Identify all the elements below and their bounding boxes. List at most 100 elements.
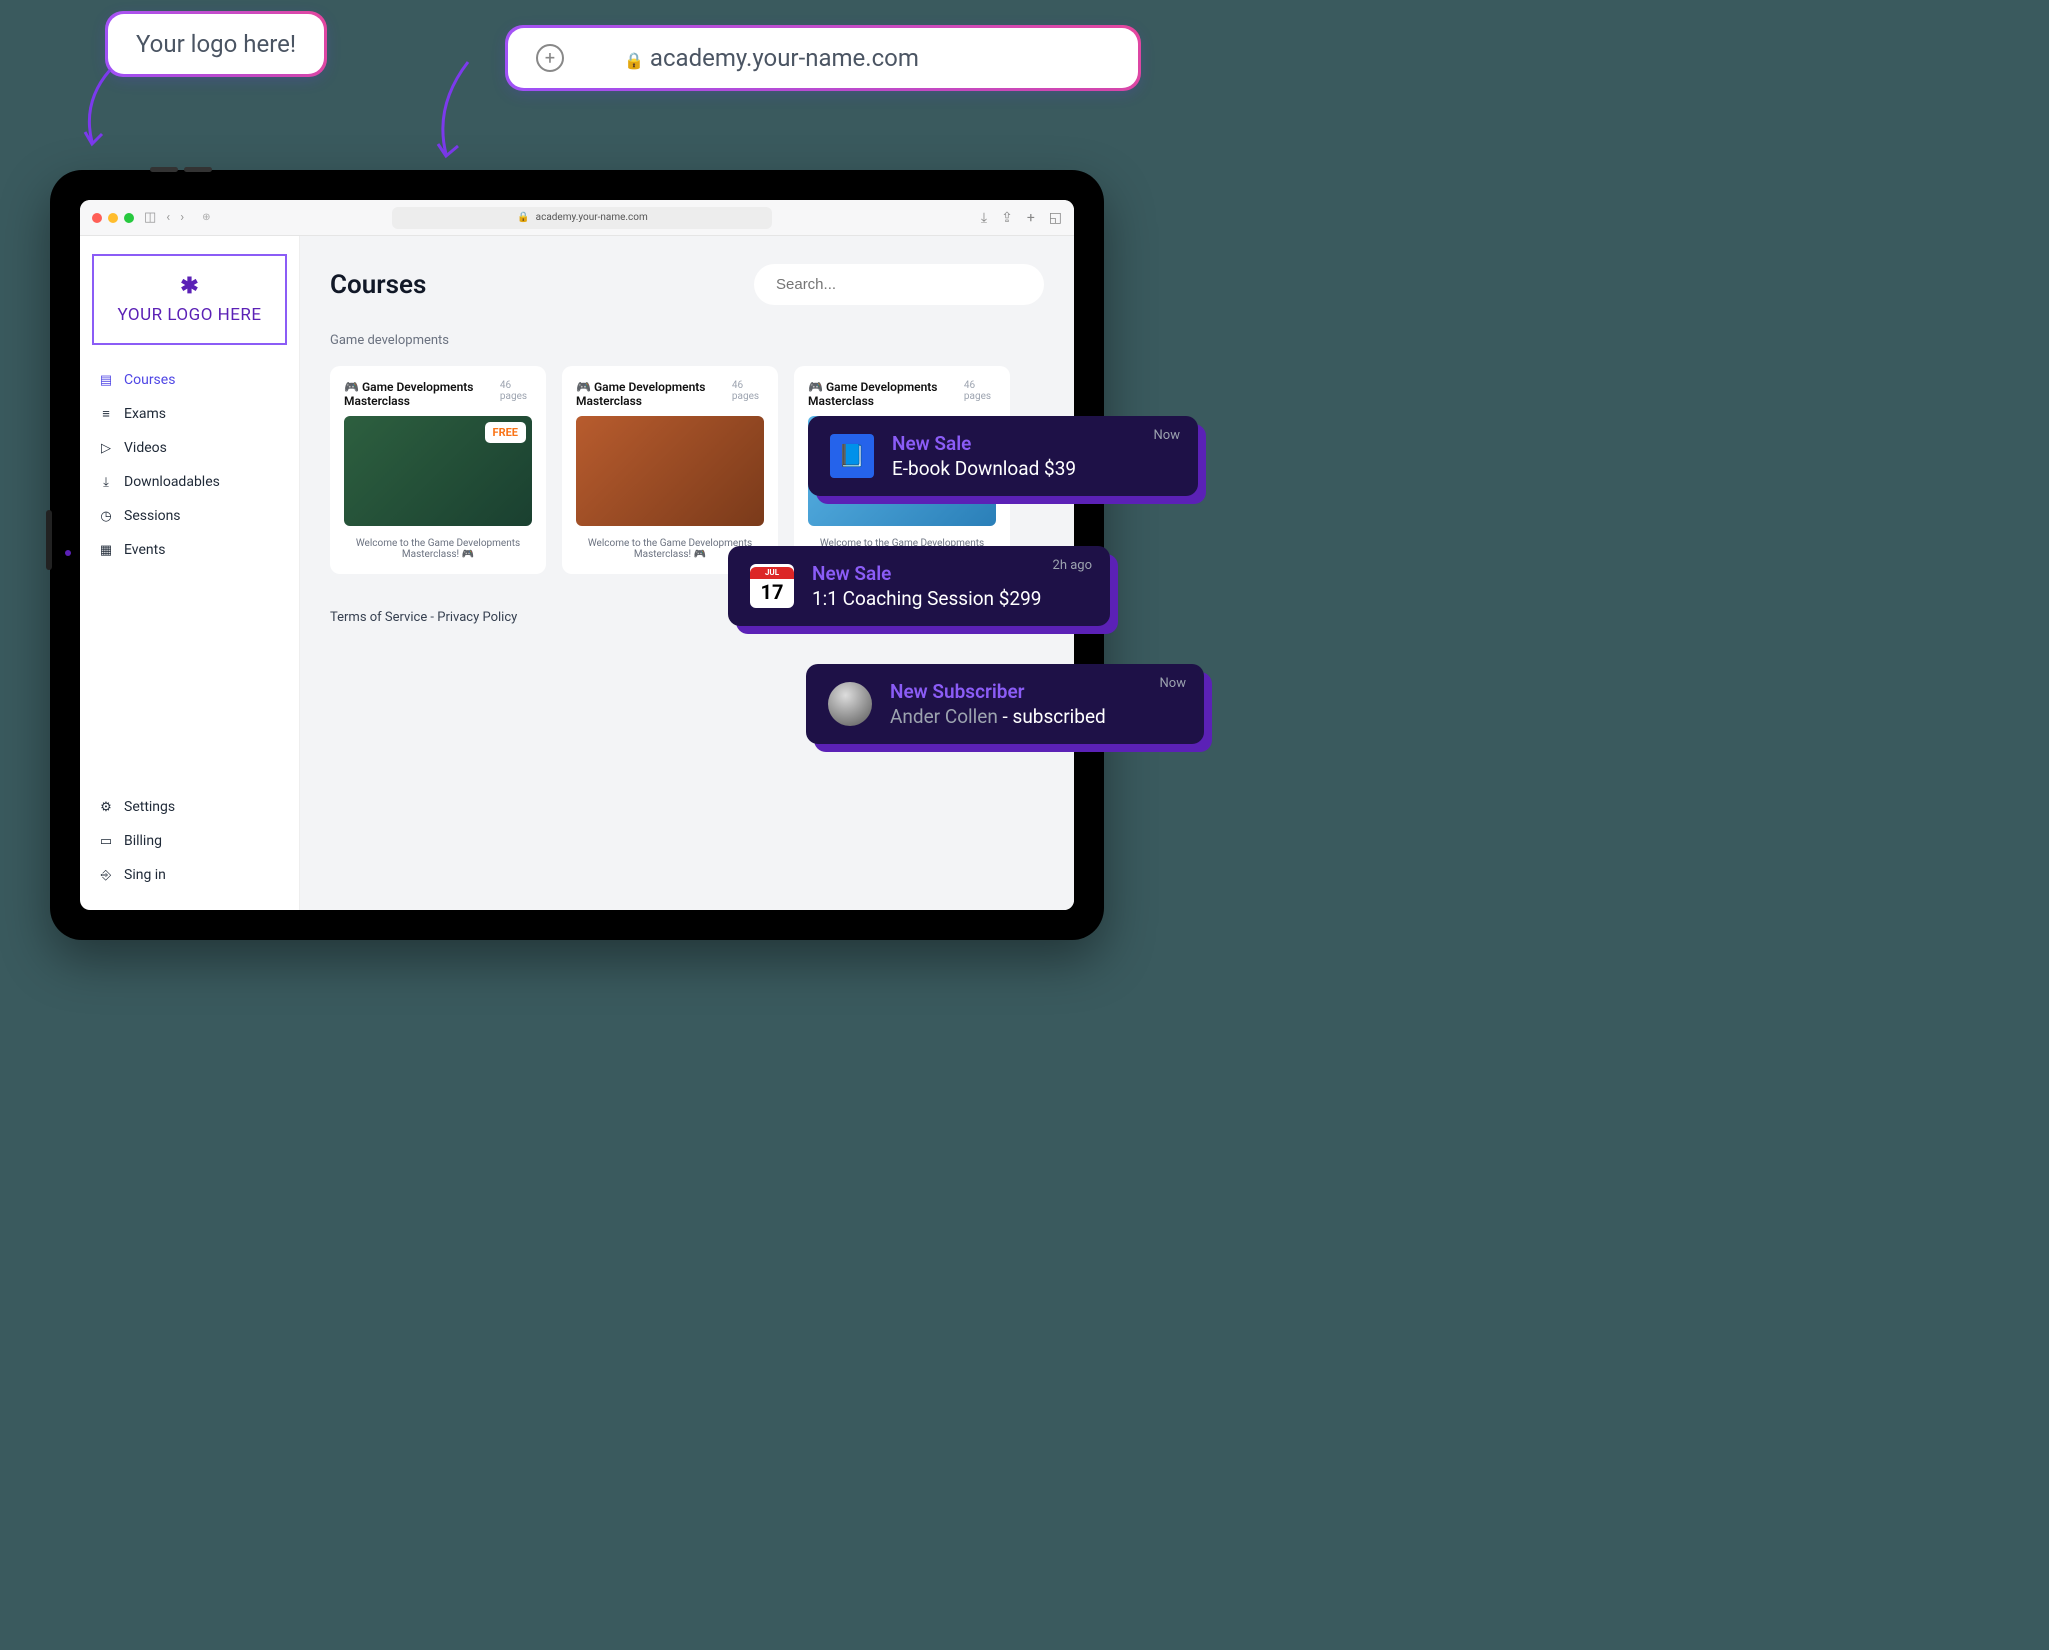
course-thumbnail <box>576 416 764 526</box>
sidebar-item-signin[interactable]: ⎆ Sing in <box>92 858 287 892</box>
plus-circle-icon: + <box>536 44 564 72</box>
game-icon: 🎮 <box>576 380 591 394</box>
close-window-icon[interactable] <box>92 213 102 223</box>
card-pages: 46 pages <box>964 380 996 402</box>
card-pages: 46 pages <box>500 380 532 402</box>
notification-title: New Sale <box>812 562 1088 585</box>
lock-icon: 🔒 <box>624 51 644 70</box>
logo-star-icon: ✱ <box>104 274 275 299</box>
videos-icon: ▷ <box>98 441 114 456</box>
sidebar-item-exams[interactable]: ≡ Exams <box>92 397 287 431</box>
avatar-icon <box>828 682 872 726</box>
new-tab-icon[interactable]: ⊕ <box>202 212 210 223</box>
logo-placeholder: ✱ YOUR LOGO HERE <box>92 254 287 345</box>
arrow-icon <box>420 56 480 170</box>
notification-time: 2h ago <box>1053 558 1092 573</box>
courses-icon: ▤ <box>98 373 114 388</box>
sidebar-item-label: Billing <box>124 833 162 849</box>
lock-icon: 🔒 <box>517 212 529 223</box>
url-bar[interactable]: ⊕ 🔒 academy.your-name.com <box>392 207 772 229</box>
notification-text: 1:1 Coaching Session $299 <box>812 587 1088 610</box>
book-icon: 📘 <box>830 434 874 478</box>
section-label: Game developments <box>330 333 1044 348</box>
download-icon: ⤓ <box>98 475 114 490</box>
sidebar-item-downloadables[interactable]: ⤓ Downloadables <box>92 465 287 499</box>
calendar-month: JUL <box>750 567 794 579</box>
card-title-text: Game Developments Masterclass <box>808 380 937 408</box>
notification-time: Now <box>1154 428 1180 443</box>
sidebar-toggle-icon[interactable]: ◫ <box>144 210 156 225</box>
sidebar-bottom-nav: ⚙ Settings ▭ Billing ⎆ Sing in <box>92 790 287 892</box>
sidebar-item-sessions[interactable]: ◷ Sessions <box>92 499 287 533</box>
tablet-button-icon <box>184 167 212 172</box>
card-title: 🎮Game Developments Masterclass <box>808 380 964 408</box>
signin-icon: ⎆ <box>98 868 114 883</box>
gear-icon: ⚙ <box>98 800 114 815</box>
game-icon: 🎮 <box>808 380 823 394</box>
notification-title: New Subscriber <box>890 680 1182 703</box>
share-icon[interactable]: ⇪ <box>1001 210 1013 226</box>
tablet-button-icon <box>150 167 178 172</box>
notification-text: Ander Collen - subscribed <box>890 705 1182 728</box>
forward-icon[interactable]: › <box>180 210 184 225</box>
sidebar-item-billing[interactable]: ▭ Billing <box>92 824 287 858</box>
tablet-side-button-icon <box>46 510 52 570</box>
download-icon[interactable]: ⤓ <box>981 210 987 226</box>
search-input[interactable] <box>754 264 1044 305</box>
game-icon: 🎮 <box>344 380 359 394</box>
maximize-window-icon[interactable] <box>124 213 134 223</box>
card-title-text: Game Developments Masterclass <box>344 380 473 408</box>
chrome-right-controls: ⤓ ⇪ + ◱ <box>981 210 1062 226</box>
sidebar: ✱ YOUR LOGO HERE ▤ Courses ≡ Exams ▷ Vid… <box>80 236 300 910</box>
sessions-icon: ◷ <box>98 509 114 524</box>
sidebar-item-label: Courses <box>124 372 175 388</box>
traffic-lights <box>92 213 134 223</box>
card-title: 🎮Game Developments Masterclass <box>576 380 732 408</box>
logo-text: YOUR LOGO HERE <box>104 305 275 325</box>
annotation-url-value: academy.your-name.com <box>650 44 919 72</box>
sidebar-item-videos[interactable]: ▷ Videos <box>92 431 287 465</box>
card-title-text: Game Developments Masterclass <box>576 380 705 408</box>
sidebar-item-courses[interactable]: ▤ Courses <box>92 363 287 397</box>
events-icon: ▦ <box>98 543 114 558</box>
calendar-day: 17 <box>761 579 784 605</box>
notification-time: Now <box>1160 676 1186 691</box>
subscriber-action: - subscribed <box>998 705 1106 728</box>
course-card[interactable]: 🎮Game Developments Masterclass 46 pages … <box>562 366 778 574</box>
notification-title: New Sale <box>892 432 1176 455</box>
course-card[interactable]: 🎮Game Developments Masterclass 46 pages … <box>330 366 546 574</box>
annotation-logo-hint: Your logo here! <box>108 14 324 74</box>
main-header: Courses <box>330 264 1044 305</box>
notification-subscriber[interactable]: New Subscriber Ander Collen - subscribed… <box>806 664 1204 744</box>
tablet-led-icon <box>65 550 71 556</box>
free-badge: FREE <box>485 422 526 443</box>
browser-chrome: ◫ ‹ › ⊕ 🔒 academy.your-name.com ⤓ ⇪ + ◱ <box>80 200 1074 236</box>
sidebar-item-label: Downloadables <box>124 474 220 490</box>
sidebar-nav: ▤ Courses ≡ Exams ▷ Videos ⤓ Downloadabl… <box>92 363 287 567</box>
sidebar-item-label: Exams <box>124 406 166 422</box>
sidebar-item-label: Sing in <box>124 867 166 883</box>
annotation-url-text: 🔒 academy.your-name.com <box>624 44 919 72</box>
sidebar-item-label: Settings <box>124 799 175 815</box>
billing-icon: ▭ <box>98 834 114 849</box>
new-tab-icon[interactable]: + <box>1027 210 1035 226</box>
minimize-window-icon[interactable] <box>108 213 118 223</box>
sidebar-item-settings[interactable]: ⚙ Settings <box>92 790 287 824</box>
tabs-icon[interactable]: ◱ <box>1049 210 1062 226</box>
back-icon[interactable]: ‹ <box>166 210 170 225</box>
sidebar-item-label: Videos <box>124 440 167 456</box>
calendar-icon: JUL 17 <box>750 564 794 608</box>
card-title: 🎮Game Developments Masterclass <box>344 380 500 408</box>
sidebar-item-label: Sessions <box>124 508 181 524</box>
notification-sale-coaching[interactable]: JUL 17 New Sale 1:1 Coaching Session $29… <box>728 546 1110 626</box>
annotation-url: + 🔒 academy.your-name.com <box>508 28 1138 88</box>
sidebar-item-events[interactable]: ▦ Events <box>92 533 287 567</box>
notification-text: E-book Download $39 <box>892 457 1176 480</box>
page-title: Courses <box>330 270 426 300</box>
card-pages: 46 pages <box>732 380 764 402</box>
notification-sale-ebook[interactable]: 📘 New Sale E-book Download $39 Now <box>808 416 1198 496</box>
exams-icon: ≡ <box>98 406 114 422</box>
course-thumbnail: FREE <box>344 416 532 526</box>
subscriber-name: Ander Collen <box>890 705 998 728</box>
annotation-logo-text: Your logo here! <box>136 30 296 58</box>
